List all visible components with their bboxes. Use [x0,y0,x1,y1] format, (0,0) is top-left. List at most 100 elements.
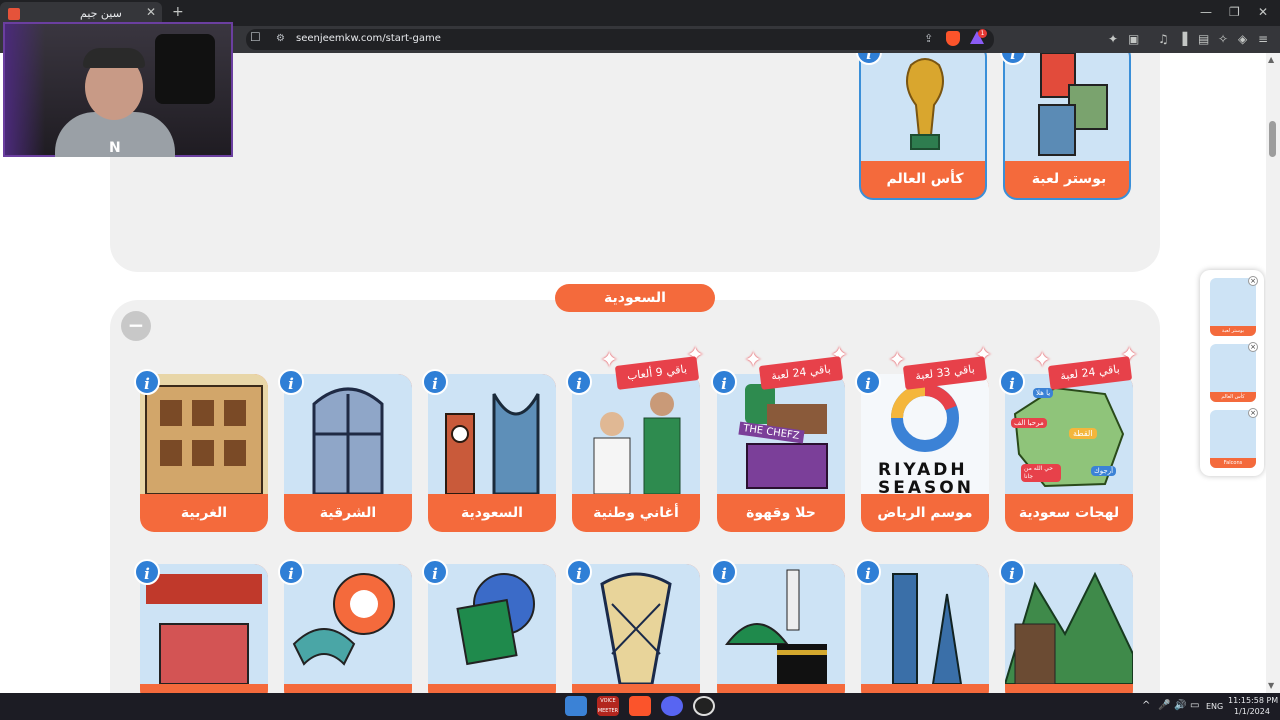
remove-item-icon[interactable]: × [1248,342,1258,352]
category-card-row2-3[interactable] [428,564,556,693]
tab-title: سين جيم [80,7,122,20]
info-icon[interactable]: i [422,559,448,585]
category-card-world-cup[interactable]: كأس العالم [859,53,987,200]
info-icon[interactable]: i [566,559,592,585]
category-card-row2-4[interactable] [572,564,700,693]
info-icon[interactable]: i [999,369,1025,395]
riyadh-season-line1: RIYADH [878,460,968,480]
windows-taskbar: VOICE MEETER ^ 🎤 🔊 ▭ ENG 11:15:58 PM 1/1… [0,693,1280,720]
clock-date[interactable]: 1/1/2024 [1234,707,1270,716]
card-label: السعودية [461,505,523,521]
category-card-row2-1[interactable] [140,564,268,693]
info-icon[interactable]: i [134,559,160,585]
brave-shield-icon[interactable] [946,31,960,46]
selected-item-label: Falcons [1210,458,1256,468]
clock-time[interactable]: 11:15:58 PM [1228,696,1278,705]
bookmark-icon[interactable]: ☐ [250,30,261,44]
info-icon[interactable]: i [278,369,304,395]
info-icon[interactable]: i [566,369,592,395]
card-label: أغاني وطنية [593,505,679,521]
card-label: بوستر لعبة [1031,171,1107,187]
info-icon[interactable]: i [278,559,304,585]
category-card-row2-6[interactable] [861,564,989,693]
category-card-western[interactable]: الغربية [140,374,268,532]
minimize-button[interactable]: — [1200,5,1212,19]
streamer-logo: N [109,140,121,156]
scroll-up-icon[interactable]: ▲ [1268,55,1274,64]
site-favicon-icon [8,8,20,20]
card-label: موسم الرياض [877,505,973,521]
site-info-icon[interactable]: ⚙ [276,33,285,44]
dialect-bubble: يا هلا [1033,388,1054,398]
info-icon[interactable]: i [134,369,160,395]
dialect-bubble: حي الله من جانا [1021,464,1061,482]
category-card-saudi[interactable]: السعودية [428,374,556,532]
category-card-eastern[interactable]: الشرقية [284,374,412,532]
wallet-icon[interactable]: ▤ [1198,32,1209,46]
dialect-bubble: مرحبا الف [1011,418,1047,428]
obs-icon[interactable] [693,696,715,716]
info-icon[interactable]: i [422,369,448,395]
card-label: كأس العالم [886,171,964,187]
selected-categories-panel: بوستر لعبة × كأس العالم × Falcons × [1200,270,1264,476]
category-card-row2-5[interactable] [717,564,845,693]
mic-icon[interactable]: 🎤 [1158,700,1170,711]
sidebar-icon[interactable]: ▐ [1178,32,1187,46]
info-icon[interactable]: i [711,369,737,395]
dhahran-tower-icon [284,374,412,494]
restore-button[interactable]: ❐ [1229,5,1240,19]
brave-browser-icon[interactable] [629,696,651,716]
category-card-dialects[interactable]: يا هلا القطة أرجوك مرحبا الف حي الله من … [1005,374,1133,532]
menu-icon[interactable]: ≡ [1258,32,1268,46]
scroll-down-icon[interactable]: ▼ [1268,681,1274,690]
info-icon[interactable]: i [855,559,881,585]
start-menu-icon[interactable] [565,696,587,716]
screenshot-icon[interactable]: ▣ [1128,32,1139,46]
saudi-map-icon: يا هلا القطة أرجوك مرحبا الف حي الله من … [1005,374,1133,494]
palm-emblem-icon [428,564,556,684]
language-indicator[interactable]: ENG [1206,702,1223,711]
share-icon[interactable]: ⇪ [924,32,933,45]
selected-item[interactable]: بوستر لعبة [1210,278,1256,336]
remove-item-icon[interactable]: × [1248,408,1258,418]
category-card-row2-2[interactable] [284,564,412,693]
streamer-hair [83,48,145,68]
info-icon[interactable]: i [711,559,737,585]
close-window-button[interactable]: ✕ [1258,5,1268,19]
media-icon[interactable]: ♫ [1158,32,1169,46]
riyadh-season-line2: SEASON [878,478,974,494]
mountain-village-icon [1005,564,1133,684]
scroll-thumb[interactable] [1269,121,1276,157]
category-card-riyadh-season[interactable]: RIYADH SEASON موسم الرياض [861,374,989,532]
extensions-icon[interactable]: ✦ [1108,32,1118,46]
network-icon[interactable]: ▭ [1190,700,1199,711]
category-card-national-songs[interactable]: أغاني وطنية [572,374,700,532]
card-label: الشرقية [319,505,377,521]
category-card-row2-7[interactable] [1005,564,1133,693]
url-text[interactable]: seenjeemkw.com/start-game [296,33,441,44]
page-scrollbar[interactable]: ▲ ▼ [1266,53,1280,693]
card-label: الغربية [180,505,228,521]
info-icon[interactable]: i [999,559,1025,585]
volume-icon[interactable]: 🔊 [1174,700,1186,711]
tab-close-icon[interactable]: ✕ [146,5,156,19]
section-title: السعودية [555,284,715,312]
tray-chevron-icon[interactable]: ^ [1142,700,1150,711]
selected-item[interactable]: كأس العالم [1210,344,1256,402]
category-card-game-poster[interactable]: بوستر لعبة [1003,53,1131,200]
card-label: لهجات سعودية [1018,505,1120,521]
new-tab-button[interactable]: + [172,4,184,20]
selected-item[interactable]: Falcons [1210,410,1256,468]
webcam-overlay: N [3,22,233,157]
voicemeeter-icon[interactable]: VOICE MEETER [597,696,619,716]
vpn-icon[interactable]: ◈ [1238,32,1247,46]
discord-icon[interactable] [661,696,683,716]
kingdom-tower-icon [428,374,556,494]
leo-ai-icon[interactable]: ✧ [1218,32,1228,46]
collapse-section-button[interactable]: − [121,311,151,341]
selected-item-label: بوستر لعبة [1210,326,1256,336]
info-icon[interactable]: i [855,369,881,395]
old-building-icon [140,374,268,494]
category-card-sweets-coffee[interactable]: THE CHEFZ حلا وقهوة [717,374,845,532]
remove-item-icon[interactable]: × [1248,276,1258,286]
